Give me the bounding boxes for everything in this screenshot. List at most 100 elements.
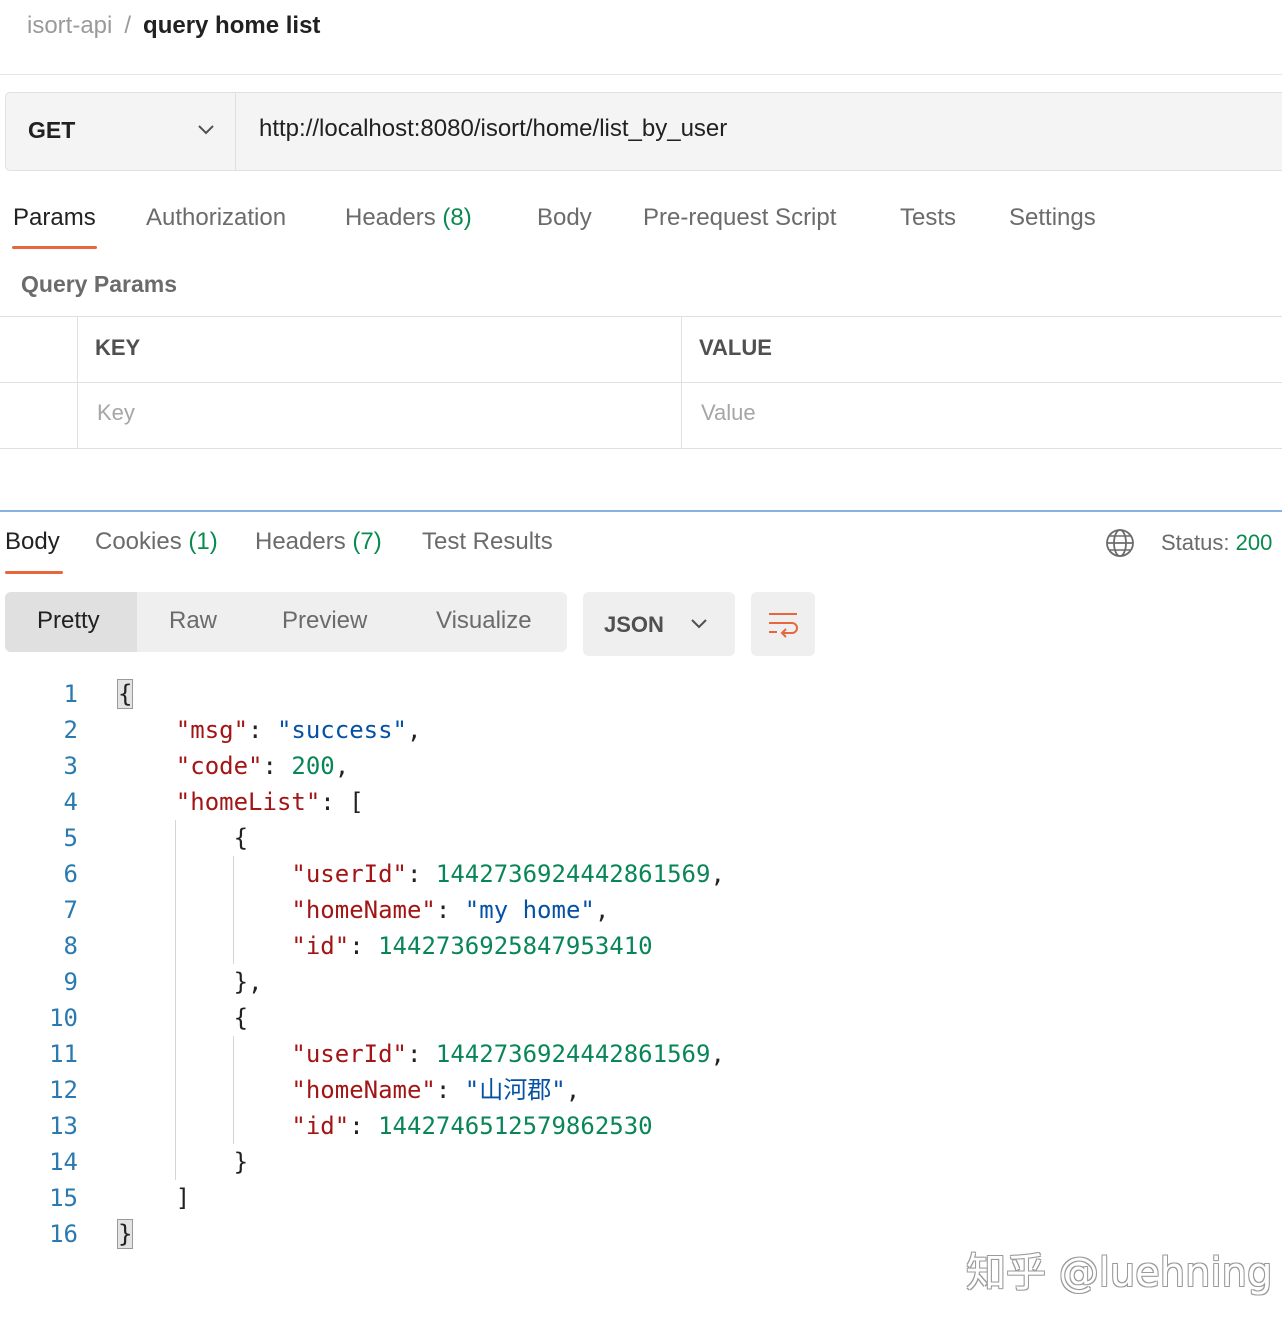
json-number: 1442736925847953410: [378, 932, 653, 960]
column-header-value: VALUE: [699, 335, 772, 360]
line-number: 11: [49, 1040, 78, 1068]
active-response-tab-indicator: [5, 571, 63, 574]
line-number: 6: [63, 860, 78, 888]
breadcrumb-collection[interactable]: isort-api: [27, 12, 112, 39]
json-string: "山河郡": [464, 1076, 566, 1104]
json-key: "userId": [291, 860, 407, 888]
json-key: "userId": [291, 1040, 407, 1068]
code-line: {: [118, 1000, 248, 1036]
watermark: 知乎 @luehning: [966, 1250, 1273, 1296]
method-select[interactable]: GET: [6, 93, 236, 170]
table-border-bottom: [0, 448, 1282, 449]
tab-headers[interactable]: Headers (8): [345, 204, 472, 232]
breadcrumb-separator: /: [124, 12, 132, 39]
query-params-title: Query Params: [21, 271, 177, 297]
code-line: "userId": 1442736924442861569,: [291, 1040, 725, 1068]
param-key-input[interactable]: Key: [97, 400, 135, 426]
view-mode-pretty[interactable]: Pretty: [37, 607, 100, 635]
chevron-down-icon: [691, 619, 707, 629]
code-line: {: [116, 676, 134, 712]
tab-prerequest-script[interactable]: Pre-request Script: [643, 204, 836, 232]
line-number: 16: [49, 1220, 78, 1248]
bracket-match: {: [116, 679, 134, 709]
json-key: "homeName": [291, 896, 436, 924]
json-punct: : [: [320, 788, 364, 816]
tab-headers-label: Headers: [345, 204, 436, 231]
param-value-input[interactable]: Value: [701, 400, 756, 426]
status-code: 200: [1235, 530, 1273, 555]
table-col-divider: [77, 316, 78, 449]
code-line: },: [118, 964, 263, 1000]
response-tab-cookies-label: Cookies: [95, 528, 182, 555]
json-punct: ]: [175, 1184, 191, 1212]
json-string: "success": [276, 716, 407, 744]
json-key: "id": [291, 932, 350, 960]
response-tab-headers[interactable]: Headers (7): [255, 528, 382, 556]
code-line: "msg": "success",: [175, 716, 422, 744]
code-line: "homeName": "my home",: [291, 896, 610, 924]
response-tab-test-results[interactable]: Test Results: [422, 528, 553, 556]
tab-tests[interactable]: Tests: [900, 204, 956, 232]
view-mode-preview[interactable]: Preview: [282, 607, 367, 635]
view-mode-visualize[interactable]: Visualize: [436, 607, 532, 635]
code-line: {: [118, 820, 248, 856]
table-border-mid: [0, 382, 1282, 383]
code-line: ]: [118, 1180, 190, 1216]
response-tab-cookies[interactable]: Cookies (1): [95, 528, 218, 556]
json-number: 1442736924442861569: [435, 1040, 711, 1068]
tab-params[interactable]: Params: [13, 204, 96, 232]
response-status: Status: 200: [1161, 530, 1272, 556]
response-tab-headers-label: Headers: [255, 528, 346, 555]
code-line: "id": 1442746512579862530: [291, 1112, 653, 1140]
chevron-down-icon: [198, 125, 214, 135]
code-line: }: [116, 1216, 134, 1252]
line-number: 3: [63, 752, 78, 780]
table-col-divider: [681, 316, 682, 449]
line-number: 1: [63, 680, 78, 708]
line-number: 14: [49, 1148, 78, 1176]
wrap-lines-icon: [769, 613, 798, 638]
format-select[interactable]: JSON: [583, 592, 735, 656]
header-divider: [0, 74, 1282, 75]
code-line: "homeName": "山河郡",: [291, 1076, 581, 1104]
line-number: 5: [63, 824, 78, 852]
line-number: 13: [49, 1112, 78, 1140]
line-number: 2: [63, 716, 78, 744]
line-number: 8: [63, 932, 78, 960]
tab-authorization[interactable]: Authorization: [146, 204, 286, 232]
json-number: 200: [291, 752, 335, 780]
url-input[interactable]: http://localhost:8080/isort/home/list_by…: [259, 115, 727, 143]
json-key: "id": [291, 1112, 350, 1140]
tab-settings[interactable]: Settings: [1009, 204, 1096, 232]
request-name[interactable]: query home list: [143, 12, 320, 39]
json-punct: },: [233, 968, 263, 996]
tab-headers-count: (8): [442, 204, 472, 231]
table-border-top: [0, 316, 1282, 317]
code-line: "id": 1442736925847953410: [291, 932, 653, 960]
code-line: "userId": 1442736924442861569,: [291, 860, 725, 888]
json-key: "code": [175, 752, 263, 780]
view-mode-raw[interactable]: Raw: [169, 607, 217, 635]
json-punct: {: [233, 824, 249, 852]
json-punct: {: [233, 1004, 249, 1032]
response-tab-cookies-count: (1): [188, 528, 218, 555]
request-bar: GET http://localhost:8080/isort/home/lis…: [5, 92, 1282, 171]
pane-resize-handle[interactable]: [0, 510, 1282, 512]
response-tab-body[interactable]: Body: [5, 528, 60, 556]
code-line: "code": 200,: [175, 752, 350, 780]
line-number: 10: [49, 1004, 78, 1032]
json-number: 1442746512579862530: [378, 1112, 653, 1140]
code-line: }: [118, 1144, 248, 1180]
breadcrumb: isort-api / query home list: [27, 10, 320, 42]
line-number: 4: [63, 788, 78, 816]
json-key: "homeName": [291, 1076, 436, 1104]
line-number: 9: [63, 968, 78, 996]
column-header-key: KEY: [95, 335, 141, 360]
status-label: Status:: [1161, 530, 1230, 555]
globe-icon[interactable]: [1105, 528, 1135, 558]
method-label: GET: [28, 117, 76, 143]
wrap-lines-button[interactable]: [751, 592, 815, 656]
tab-body[interactable]: Body: [537, 204, 592, 232]
json-key: "homeList": [175, 788, 321, 816]
json-string: "my home": [464, 896, 595, 924]
